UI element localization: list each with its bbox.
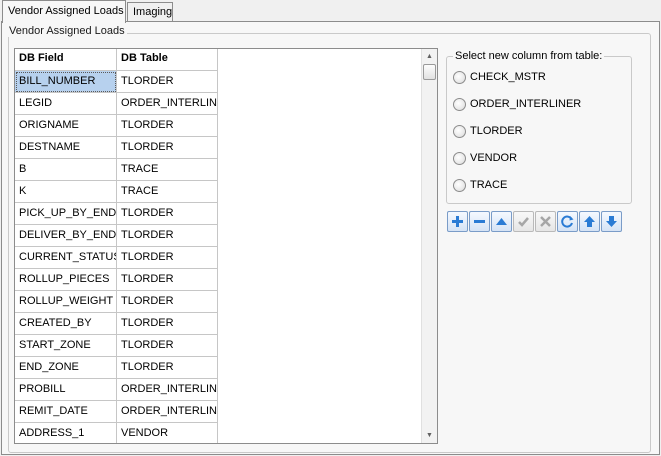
radio-label[interactable]: TRACE [470,179,507,191]
radio-label[interactable]: CHECK_MSTR [470,71,546,83]
cell-db-field[interactable]: BILL_NUMBER [15,71,117,93]
cell-db-table[interactable]: TLORDER [117,247,218,269]
cell-db-field[interactable]: PROBILL [15,379,117,401]
table-row[interactable]: ROLLUP_PIECES TLORDER [15,269,423,291]
table-row[interactable]: PROBILL ORDER_INTERLINE [15,379,423,401]
cell-db-field[interactable]: CURRENT_STATUS [15,247,117,269]
group-title: Vendor Assigned Loads [7,25,127,37]
radio-option[interactable]: TLORDER [453,123,523,139]
cell-db-field[interactable]: ADDRESS_1 [15,423,117,443]
cell-db-field[interactable]: PICK_UP_BY_END [15,203,117,225]
cell-db-field[interactable]: END_ZONE [15,357,117,379]
cell-db-table[interactable]: TLORDER [117,203,218,225]
cell-db-table[interactable]: TLORDER [117,71,218,93]
radio-label[interactable]: VENDOR [470,152,517,164]
table-row[interactable]: ADDRESS_1 VENDOR [15,423,423,443]
refresh-icon [561,215,574,228]
table-row[interactable]: PICK_UP_BY_END TLORDER [15,203,423,225]
cell-db-table[interactable]: TLORDER [117,115,218,137]
cell-db-table[interactable]: TLORDER [117,313,218,335]
radio-label[interactable]: ORDER_INTERLINER [470,98,581,110]
radio-button[interactable] [453,151,466,165]
add-button[interactable] [447,211,468,232]
column-selector-title: Select new column from table: [453,50,605,62]
cell-db-field[interactable]: LEGID [15,93,117,115]
radio-button[interactable] [453,124,466,138]
radio-button[interactable] [453,97,466,111]
radio-option[interactable]: VENDOR [453,150,517,166]
cell-db-table[interactable]: TLORDER [117,357,218,379]
minus-icon [473,215,486,228]
move-bottom-button[interactable] [601,211,622,232]
cell-db-table[interactable]: TRACE [117,181,218,203]
field-table[interactable]: DB Field DB Table BILL_NUMBER TLORDER LEGI… [14,48,438,444]
cell-db-field[interactable]: CREATED_BY [15,313,117,335]
column-header-db-field[interactable]: DB Field [15,49,117,71]
refresh-button[interactable] [557,211,578,232]
cell-db-table[interactable]: ORDER_INTERLINE [117,379,218,401]
cell-db-table[interactable]: ORDER_INTERLINE [117,93,218,115]
tab-vendor-assigned-loads[interactable]: Vendor Assigned Loads [2,0,126,23]
scroll-thumb[interactable] [423,64,436,80]
radio-label[interactable]: TLORDER [470,125,523,137]
cell-db-field[interactable]: ORIGNAME [15,115,117,137]
tab-imaging[interactable]: Imaging [127,2,173,22]
vertical-scrollbar[interactable]: ▲ ▼ [421,49,437,443]
radio-option[interactable]: TRACE [453,177,507,193]
cell-db-field[interactable]: START_ZONE [15,335,117,357]
cell-db-table[interactable]: VENDOR [117,423,218,443]
cell-db-table[interactable]: TLORDER [117,137,218,159]
table-body: BILL_NUMBER TLORDER LEGID ORDER_INTERLINE OR… [15,71,423,443]
scroll-down-arrow-icon[interactable]: ▼ [422,428,437,443]
cell-db-table[interactable]: TLORDER [117,335,218,357]
cell-db-field[interactable]: REMIT_DATE [15,401,117,423]
cell-db-field[interactable]: ROLLUP_PIECES [15,269,117,291]
radio-option[interactable]: ORDER_INTERLINER [453,96,581,112]
radio-option[interactable]: CHECK_MSTR [453,69,546,85]
cell-db-field[interactable]: DESTNAME [15,137,117,159]
table-row[interactable]: CREATED_BY TLORDER [15,313,423,335]
x-icon [539,215,552,228]
arrow-down-icon [605,215,618,228]
table-row[interactable]: CURRENT_STATUS TLORDER [15,247,423,269]
table-row[interactable]: ORIGNAME TLORDER [15,115,423,137]
cell-db-table[interactable]: TLORDER [117,269,218,291]
table-row[interactable]: START_ZONE TLORDER [15,335,423,357]
cancel-button[interactable] [535,211,556,232]
table-header: DB Field DB Table [15,49,423,71]
tab-bar: Vendor Assigned Loads Imaging [0,0,661,23]
table-row[interactable]: DESTNAME TLORDER [15,137,423,159]
scroll-up-arrow-icon[interactable]: ▲ [422,49,437,64]
cell-db-field[interactable]: DELIVER_BY_END [15,225,117,247]
table-row[interactable]: B TRACE [15,159,423,181]
cell-db-table[interactable]: ORDER_INTERLINE [117,401,218,423]
triangle-up-icon [495,215,508,228]
table-row[interactable]: BILL_NUMBER TLORDER [15,71,423,93]
cell-db-field[interactable]: ROLLUP_WEIGHT [15,291,117,313]
column-header-db-table[interactable]: DB Table [117,49,218,71]
remove-button[interactable] [469,211,490,232]
move-up-button[interactable] [491,211,512,232]
radio-button[interactable] [453,70,466,84]
table-row[interactable]: ROLLUP_WEIGHT TLORDER [15,291,423,313]
cell-db-table[interactable]: TLORDER [117,291,218,313]
move-top-button[interactable] [579,211,600,232]
cell-db-field[interactable]: K [15,181,117,203]
cell-db-field[interactable]: B [15,159,117,181]
table-row[interactable]: DELIVER_BY_END TLORDER [15,225,423,247]
plus-icon [451,215,464,228]
cell-db-table[interactable]: TRACE [117,159,218,181]
cell-db-table[interactable]: TLORDER [117,225,218,247]
table-row[interactable]: LEGID ORDER_INTERLINE [15,93,423,115]
checkmark-icon [517,215,530,228]
table-row[interactable]: K TRACE [15,181,423,203]
radio-button[interactable] [453,178,466,192]
table-row[interactable]: END_ZONE TLORDER [15,357,423,379]
arrow-up-icon [583,215,596,228]
table-row[interactable]: REMIT_DATE ORDER_INTERLINE [15,401,423,423]
confirm-button[interactable] [513,211,534,232]
